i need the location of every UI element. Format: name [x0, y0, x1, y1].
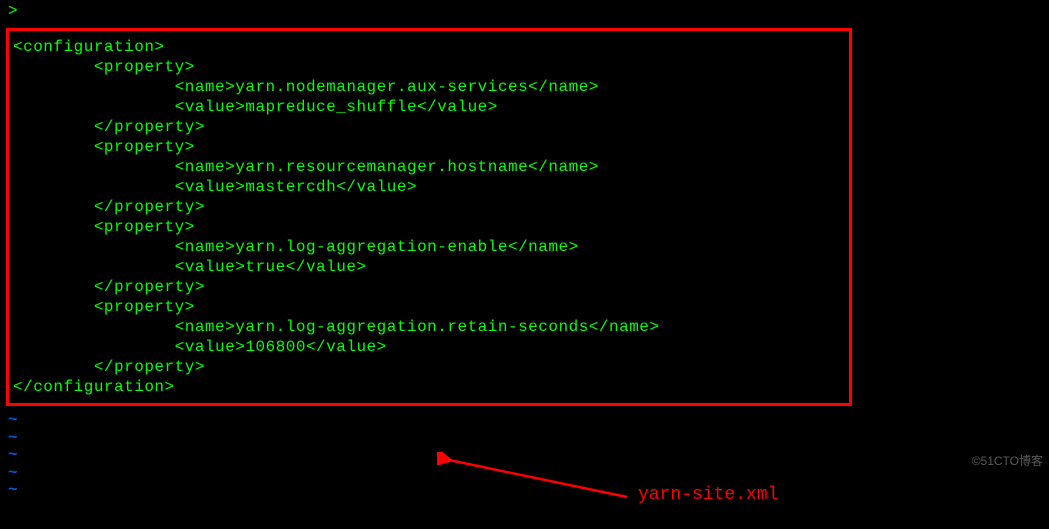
xml-line: <value>mapreduce_shuffle</value>: [13, 97, 845, 117]
xml-line: <name>yarn.log-aggregation.retain-second…: [13, 317, 845, 337]
tilde-line: ~: [8, 465, 1041, 483]
tilde-line: ~: [8, 482, 1041, 500]
xml-line: <property>: [13, 217, 845, 237]
xml-line: </property>: [13, 197, 845, 217]
xml-line: <value>mastercdh</value>: [13, 177, 845, 197]
xml-line: </property>: [13, 357, 845, 377]
xml-line: <name>yarn.resourcemanager.hostname</nam…: [13, 157, 845, 177]
xml-line: </property>: [13, 117, 845, 137]
vim-tildes: ~ ~ ~ ~ ~: [0, 412, 1049, 500]
xml-line: <property>: [13, 297, 845, 317]
highlight-box: <configuration> <property> <name>yarn.no…: [6, 28, 852, 406]
xml-line: <value>106800</value>: [13, 337, 845, 357]
annotation-label: yarn-site.xml: [638, 485, 778, 505]
xml-line: <configuration>: [13, 37, 845, 57]
xml-line: <value>true</value>: [13, 257, 845, 277]
xml-line: <property>: [13, 137, 845, 157]
xml-line: </property>: [13, 277, 845, 297]
tilde-line: ~: [8, 430, 1041, 448]
prompt-top: >: [0, 0, 1049, 22]
xml-line: <property>: [13, 57, 845, 77]
tilde-line: ~: [8, 412, 1041, 430]
xml-line: </configuration>: [13, 377, 845, 397]
terminal-window: > <configuration> <property> <name>yarn.…: [0, 0, 1049, 529]
xml-line: <name>yarn.log-aggregation-enable</name>: [13, 237, 845, 257]
tilde-line: ~: [8, 447, 1041, 465]
watermark-text: ©51CTO博客: [972, 452, 1043, 469]
xml-line: <name>yarn.nodemanager.aux-services</nam…: [13, 77, 845, 97]
